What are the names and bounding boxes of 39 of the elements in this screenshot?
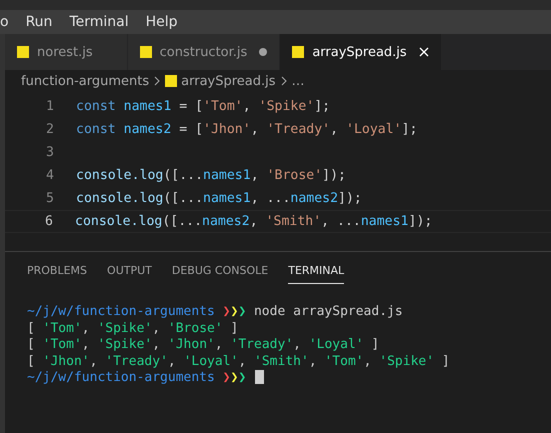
- editor-tab[interactable]: arraySpread.js: [280, 34, 442, 70]
- code-line: console.log([...names2, 'Smith', ...names1]);: [75, 214, 432, 229]
- menu-item[interactable]: Run: [26, 14, 52, 30]
- panel-tab[interactable]: OUTPUT: [107, 256, 152, 284]
- chevron-icon: [280, 76, 288, 86]
- breadcrumb-item[interactable]: …: [292, 74, 305, 88]
- breadcrumb-item[interactable]: arraySpread.js: [181, 74, 276, 88]
- breadcrumb-item[interactable]: function-arguments: [21, 74, 150, 88]
- js-file-icon: [292, 46, 304, 58]
- terminal-line: [ 'Tom', 'Spike', 'Brose' ]: [27, 320, 238, 336]
- editor-tab[interactable]: constructor.js: [128, 34, 280, 70]
- panel-tab[interactable]: DEBUG CONSOLE: [172, 256, 268, 284]
- code-line: console.log([...names1, ...names2]);: [76, 191, 362, 206]
- js-file-icon: [165, 75, 178, 87]
- line-number: 2: [45, 122, 54, 137]
- terminal-line: ~/j/w/function-arguments ❯❯❯ node arraySpread.js: [27, 304, 403, 319]
- terminal-line: [ 'Tom', 'Spike', 'Jhon', 'Tready', 'Loyal' ]: [27, 337, 380, 352]
- line-number: 1: [45, 99, 54, 114]
- editor-tab[interactable]: norest.js: [5, 34, 128, 70]
- line-number: 6: [44, 214, 53, 229]
- js-file-icon: [17, 46, 29, 58]
- code-line: console.log([...names1, 'Brose']);: [76, 168, 346, 183]
- menu-item[interactable]: Terminal: [69, 14, 129, 30]
- js-file-icon: [140, 46, 152, 58]
- terminal-line: ~/j/w/function-arguments ❯❯❯: [27, 370, 246, 385]
- close-icon[interactable]: [418, 47, 429, 57]
- line-number: 4: [45, 168, 54, 183]
- terminal-cursor: [255, 370, 264, 384]
- panel-tab[interactable]: PROBLEMS: [27, 256, 88, 284]
- line-number: 3: [45, 145, 54, 160]
- chevron-icon: [153, 76, 162, 86]
- code-line: const names1 = ['Tom', 'Spike'];: [76, 99, 330, 114]
- panel-tab[interactable]: TERMINAL: [288, 256, 344, 284]
- menu-item[interactable]: o: [0, 14, 9, 30]
- line-number: 5: [45, 191, 54, 206]
- code-line: const names2 = ['Jhon', 'Tready', 'Loyal'];: [76, 122, 418, 137]
- unsaved-dot-icon: [259, 48, 268, 56]
- terminal-line: [ 'Jhon', 'Tready', 'Loyal', 'Smith', 'Tom', 'Spike' ]: [27, 354, 450, 368]
- menu-item[interactable]: Help: [146, 14, 178, 30]
